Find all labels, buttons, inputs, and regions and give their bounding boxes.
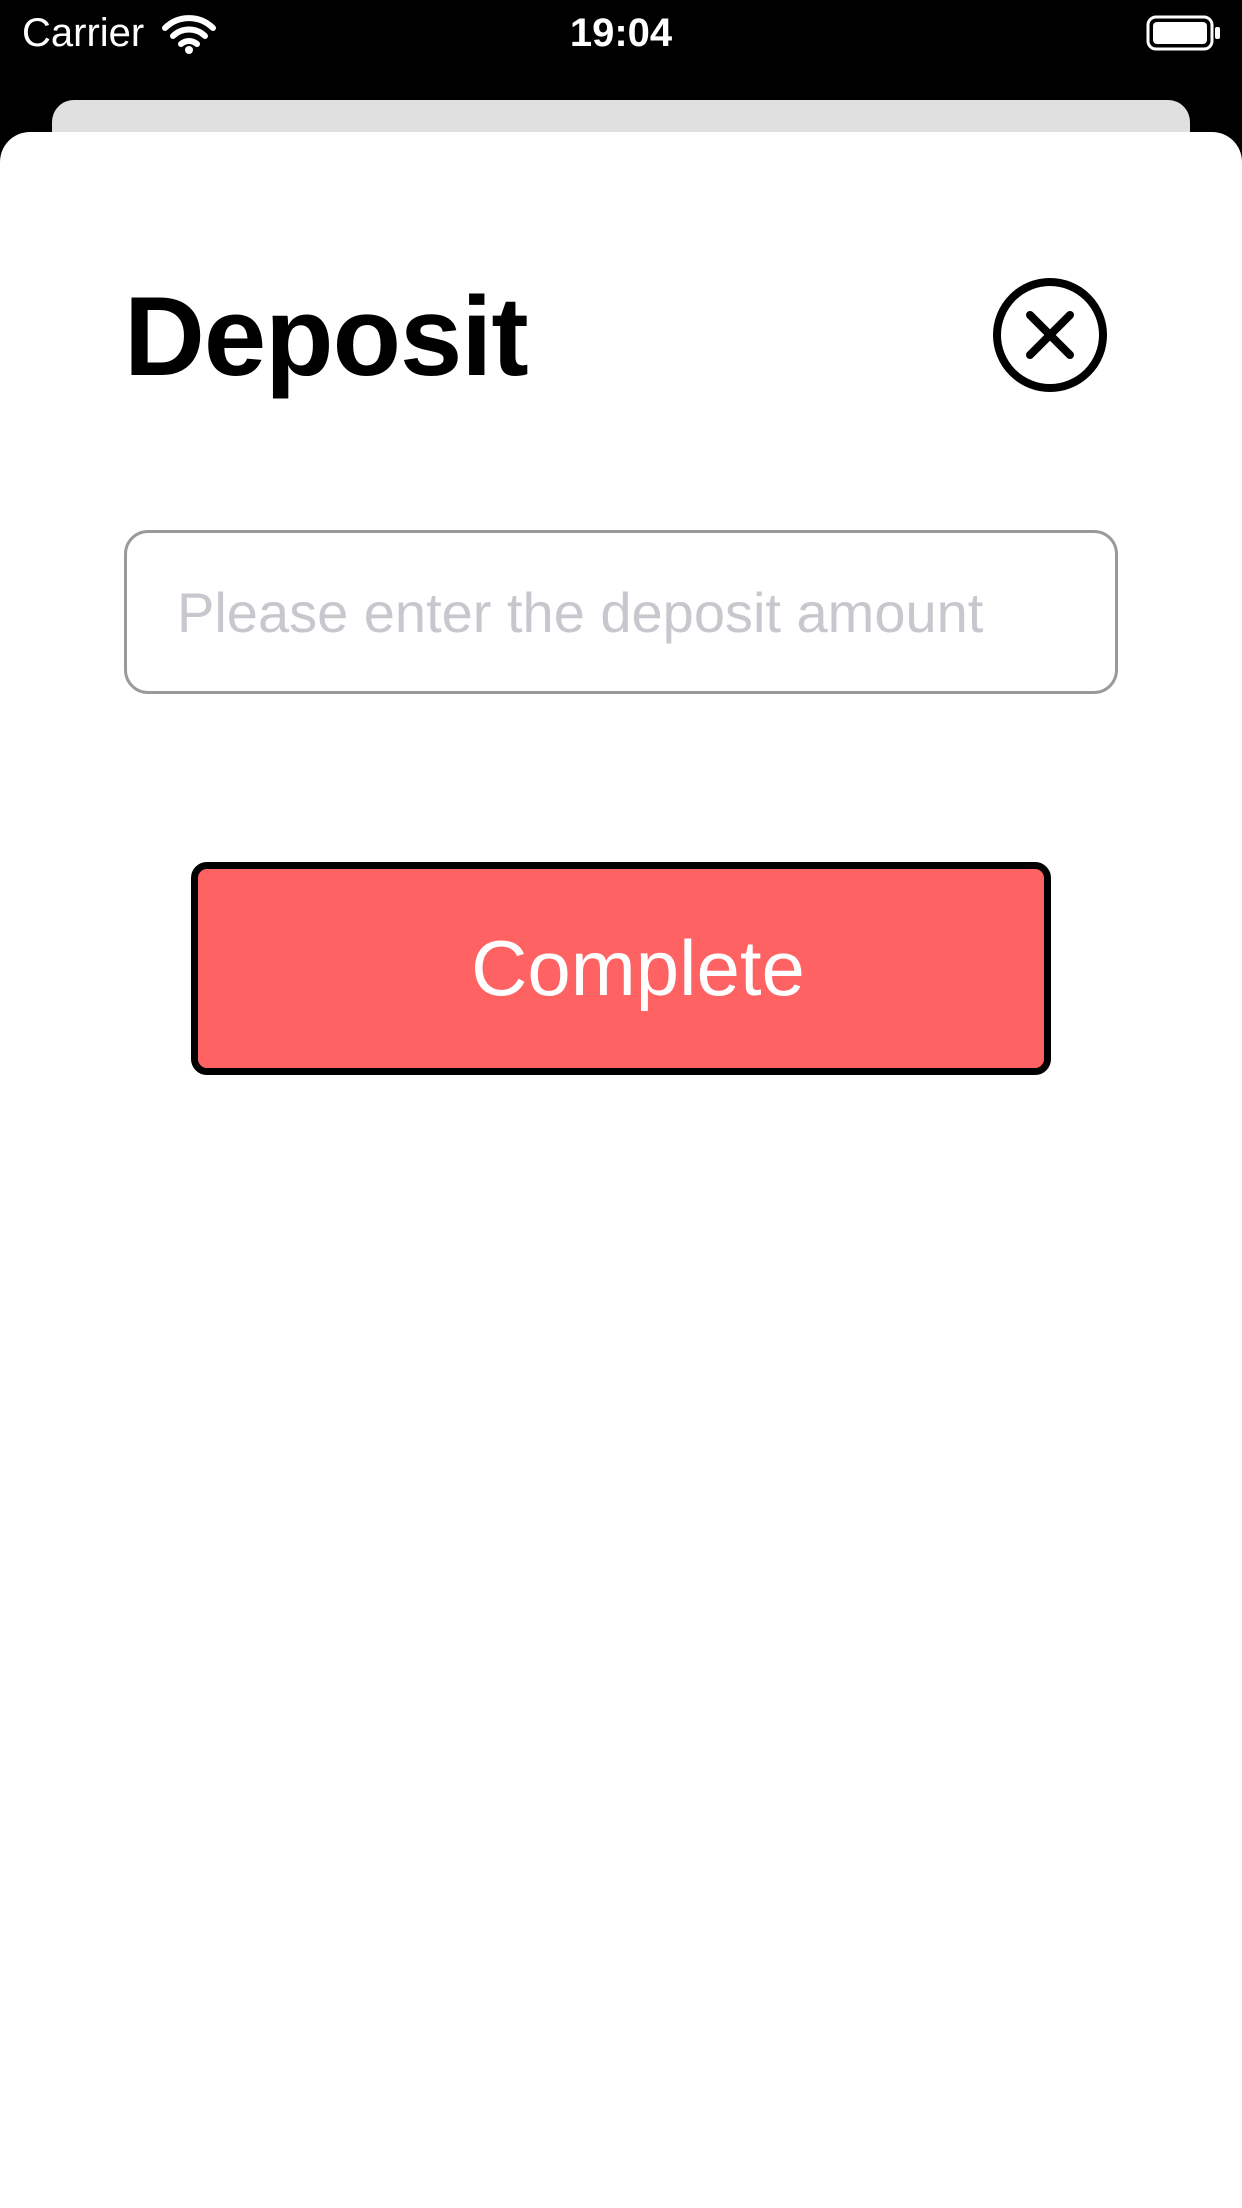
status-time: 19:04 xyxy=(569,11,673,55)
battery-full-icon xyxy=(1146,15,1222,51)
page-title: Deposit xyxy=(124,274,529,399)
close-circle-icon xyxy=(993,278,1107,392)
complete-button[interactable]: Complete xyxy=(191,862,1051,1075)
screen: Carrier 19:04 Deposit Please enter the d… xyxy=(0,0,1242,2208)
close-button[interactable] xyxy=(990,275,1110,395)
status-bar: Carrier 19:04 xyxy=(0,0,1242,66)
deposit-sheet: Deposit Complete xyxy=(0,132,1242,2208)
deposit-amount-input[interactable] xyxy=(124,530,1118,694)
